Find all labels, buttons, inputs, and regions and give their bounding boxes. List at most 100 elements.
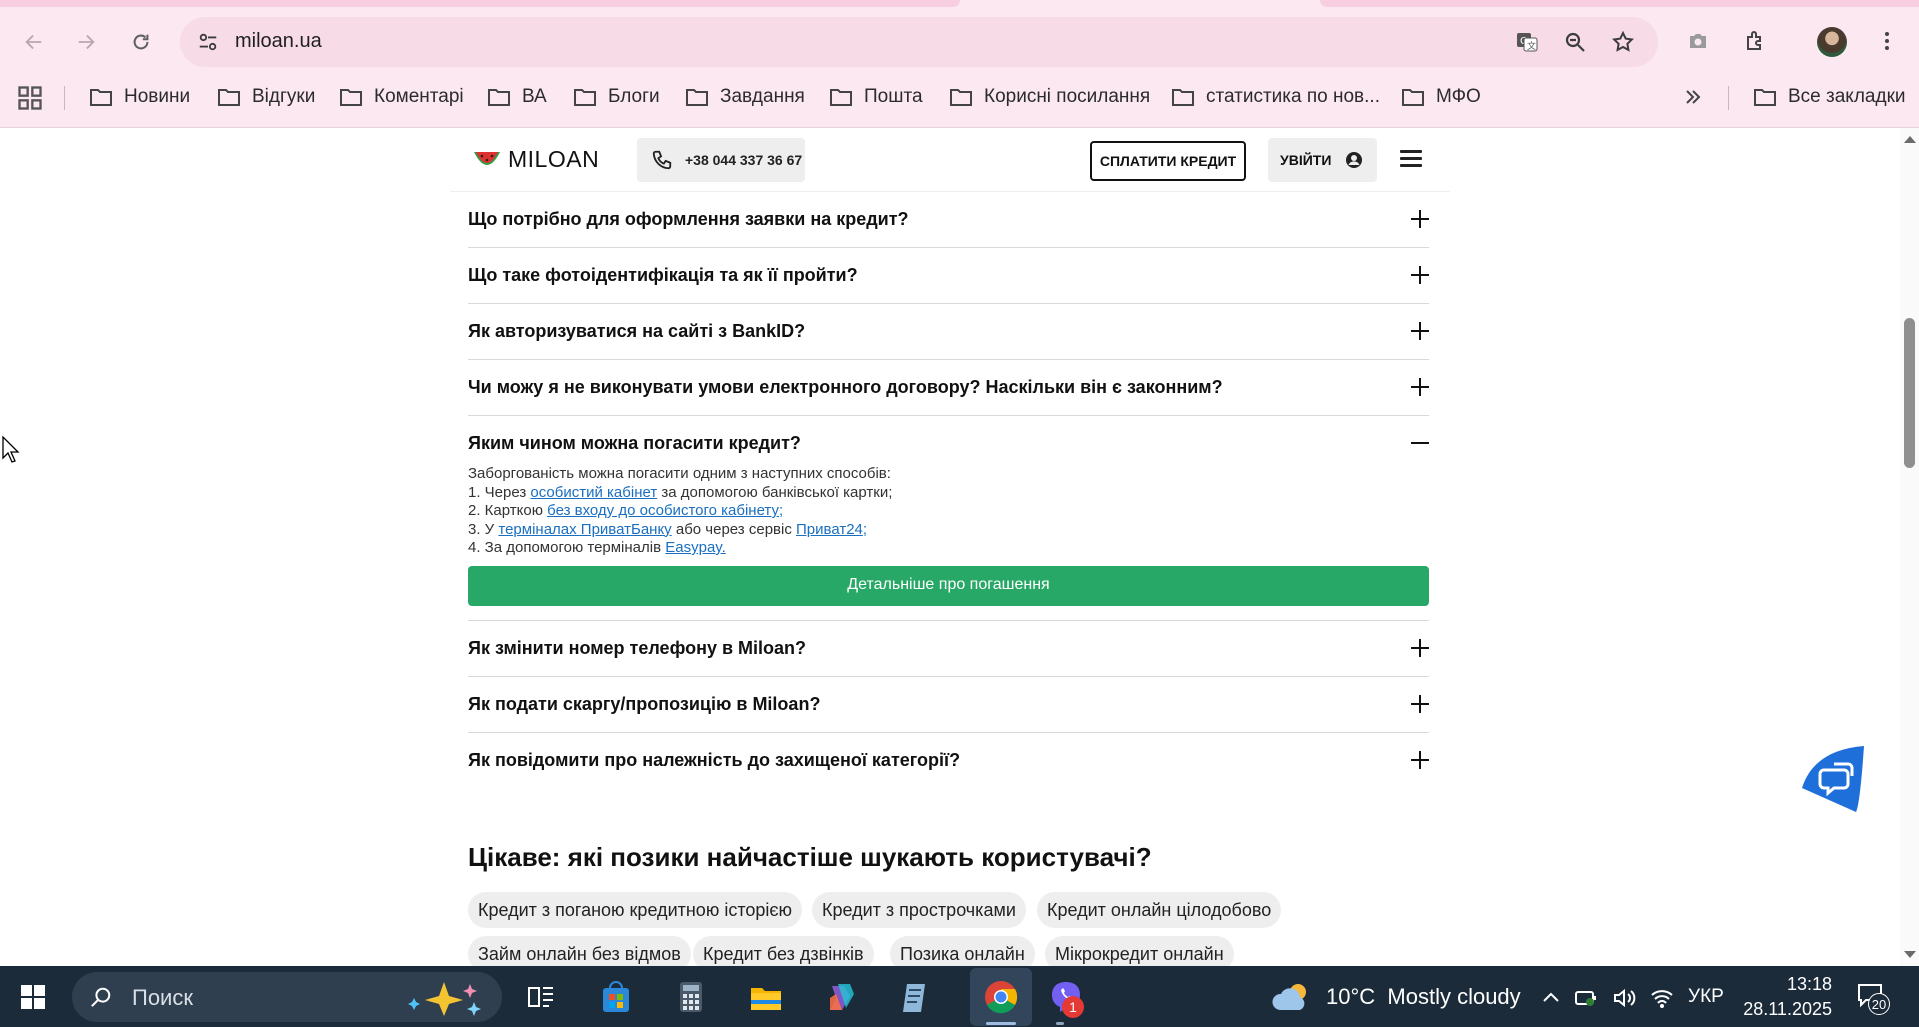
bookmark-folder[interactable]: Відгуки [218, 84, 315, 110]
web-page: MILOAN +38 044 337 36 67 СПЛАТИТИ КРЕДИТ… [0, 128, 1900, 966]
bookmark-folder[interactable]: Блоги [574, 84, 660, 110]
chat-widget-icon[interactable] [1794, 742, 1868, 814]
phone-button[interactable]: +38 044 337 36 67 [637, 138, 805, 182]
profile-avatar[interactable] [1817, 27, 1847, 57]
minus-icon[interactable] [1411, 434, 1429, 452]
notepad-icon[interactable] [897, 978, 935, 1016]
extensions-icon[interactable] [1738, 24, 1772, 58]
more-bookmarks-icon[interactable] [1684, 84, 1702, 110]
plus-icon[interactable] [1411, 638, 1429, 657]
url-text[interactable]: miloan.ua [235, 30, 322, 53]
scrollbar-thumb[interactable] [1904, 318, 1915, 468]
bookmark-folder[interactable]: Новини [90, 84, 190, 110]
tag-chip[interactable]: Займ онлайн без відмов [468, 936, 691, 966]
reload-icon[interactable] [123, 24, 159, 60]
faq-item[interactable]: Як подати скаргу/пропозицію в Miloan? [468, 677, 1429, 733]
repayment-details-button[interactable]: Детальніше про погашення [468, 565, 1429, 606]
privatbank-terminals-link[interactable]: терміналах ПриватБанку [498, 521, 671, 538]
all-bookmarks[interactable]: Все закладки [1754, 84, 1906, 110]
pay-without-login-link[interactable]: без входу до особистого кабінету [547, 502, 779, 519]
site-info-icon[interactable] [194, 28, 222, 56]
bookmark-star-icon[interactable] [1608, 27, 1638, 57]
language-indicator[interactable]: УКР [1688, 986, 1724, 1008]
faq-item[interactable]: Як змінити номер телефону в Miloan? [468, 621, 1429, 677]
windows-start-icon[interactable] [21, 985, 45, 1009]
file-explorer-icon[interactable] [747, 978, 785, 1016]
faq-item[interactable]: Чи можу я не виконувати умови електронно… [468, 360, 1429, 416]
faq-item[interactable]: Як повідомити про належність до захищено… [468, 733, 1429, 788]
folder-icon [1172, 89, 1194, 106]
battery-icon[interactable] [1574, 986, 1598, 1010]
page-scrollbar[interactable] [1900, 128, 1919, 966]
faq-question[interactable]: Як повідомити про належність до захищено… [468, 750, 960, 771]
plus-icon[interactable] [1411, 378, 1429, 396]
plus-icon[interactable] [1411, 210, 1429, 228]
faq-question[interactable]: Як подати скаргу/пропозицію в Miloan? [468, 694, 820, 715]
translate-icon[interactable]: G文 [1512, 27, 1542, 57]
bookmark-folder[interactable]: МФО [1402, 84, 1481, 110]
folder-icon [1754, 89, 1776, 106]
bookmark-folder[interactable]: ВА [488, 84, 547, 110]
tag-chip[interactable]: Кредит з прострочками [812, 892, 1026, 928]
hamburger-menu-icon[interactable] [1400, 150, 1422, 168]
clock[interactable]: 13:18 28.11.2025 [1742, 972, 1832, 1022]
plus-icon[interactable] [1411, 266, 1429, 284]
privat24-link[interactable]: Приват24 [796, 521, 863, 538]
tag-chip[interactable]: Кредит без дзвінків [693, 936, 874, 966]
tag-chip[interactable]: Кредит онлайн цілодобово [1037, 892, 1282, 928]
watermelon-logo-icon [474, 151, 500, 165]
bookmark-folder[interactable]: Коментарі [340, 84, 464, 110]
login-button[interactable]: УВІЙТИ [1268, 138, 1377, 182]
tag-chip[interactable]: Позика онлайн [890, 936, 1035, 966]
bookmark-folder[interactable]: статистика по нов... [1172, 84, 1380, 110]
faq-question[interactable]: Що таке фотоідентифікація та як її пройт… [468, 265, 858, 286]
site-header: MILOAN +38 044 337 36 67 СПЛАТИТИ КРЕДИТ… [450, 128, 1450, 192]
address-bar[interactable]: miloan.ua [180, 17, 1658, 67]
copilot-icon[interactable] [822, 978, 860, 1016]
faq-question[interactable]: Як авторизуватися на сайті з BankID? [468, 321, 805, 342]
plus-icon[interactable] [1411, 694, 1429, 713]
pay-credit-button[interactable]: СПЛАТИТИ КРЕДИТ [1090, 141, 1246, 181]
forward-icon[interactable] [68, 24, 104, 60]
volume-icon[interactable] [1612, 986, 1636, 1010]
faq-question[interactable]: Чи можу я не виконувати умови електронно… [468, 377, 1223, 398]
plus-icon[interactable] [1411, 322, 1429, 340]
folder-icon [574, 89, 596, 106]
phone-icon [652, 150, 672, 170]
faq-item-expanded[interactable]: Яким чином можна погасити кредит? Заборг… [468, 416, 1429, 621]
tag-chip[interactable]: Мікрокредит онлайн [1045, 936, 1234, 966]
microsoft-store-icon[interactable] [597, 978, 635, 1016]
tag-chip[interactable]: Кредит з поганою кредитною історією [468, 892, 803, 928]
personal-cabinet-link[interactable]: особистий кабінет [530, 484, 657, 501]
zoom-icon[interactable] [1560, 27, 1590, 57]
screenshot-icon[interactable] [1681, 24, 1715, 58]
scroll-down-icon[interactable] [1904, 951, 1916, 958]
bookmark-folder[interactable]: Корисні посилання [950, 84, 1150, 110]
faq-question[interactable]: Як змінити номер телефону в Miloan? [468, 638, 806, 659]
calculator-icon[interactable] [672, 978, 710, 1016]
scroll-up-icon[interactable] [1904, 136, 1916, 143]
bookmark-folder[interactable]: Пошта [830, 84, 923, 110]
chevron-up-icon[interactable] [1539, 986, 1563, 1010]
plus-icon[interactable] [1411, 750, 1429, 769]
menu-icon[interactable] [1870, 24, 1904, 58]
wifi-icon[interactable] [1650, 986, 1674, 1010]
weather-widget[interactable]: 10°C Mostly cloudy [1270, 980, 1521, 1014]
faq-item[interactable]: Що таке фотоідентифікація та як її пройт… [468, 248, 1429, 304]
notification-center-icon[interactable]: 20 [1856, 981, 1890, 1015]
faq-list: Що потрібно для оформлення заявки на кре… [468, 192, 1429, 788]
apps-grid-icon[interactable] [16, 84, 44, 112]
search-icon [91, 987, 111, 1007]
faq-question[interactable]: Що потрібно для оформлення заявки на кре… [468, 209, 909, 230]
easypay-link[interactable]: Easypay. [665, 539, 726, 556]
faq-question[interactable]: Яким чином можна погасити кредит? [468, 433, 801, 454]
task-view-icon[interactable] [521, 978, 559, 1016]
bookmark-folder[interactable]: Завдання [686, 84, 805, 110]
back-icon[interactable] [16, 24, 52, 60]
faq-item[interactable]: Що потрібно для оформлення заявки на кре… [468, 192, 1429, 248]
site-logo[interactable]: MILOAN [472, 146, 599, 173]
chrome-icon[interactable] [982, 978, 1020, 1016]
notification-count: 20 [1868, 993, 1890, 1015]
faq-item[interactable]: Як авторизуватися на сайті з BankID? [468, 304, 1429, 360]
taskbar-search[interactable]: Поиск [72, 972, 502, 1022]
